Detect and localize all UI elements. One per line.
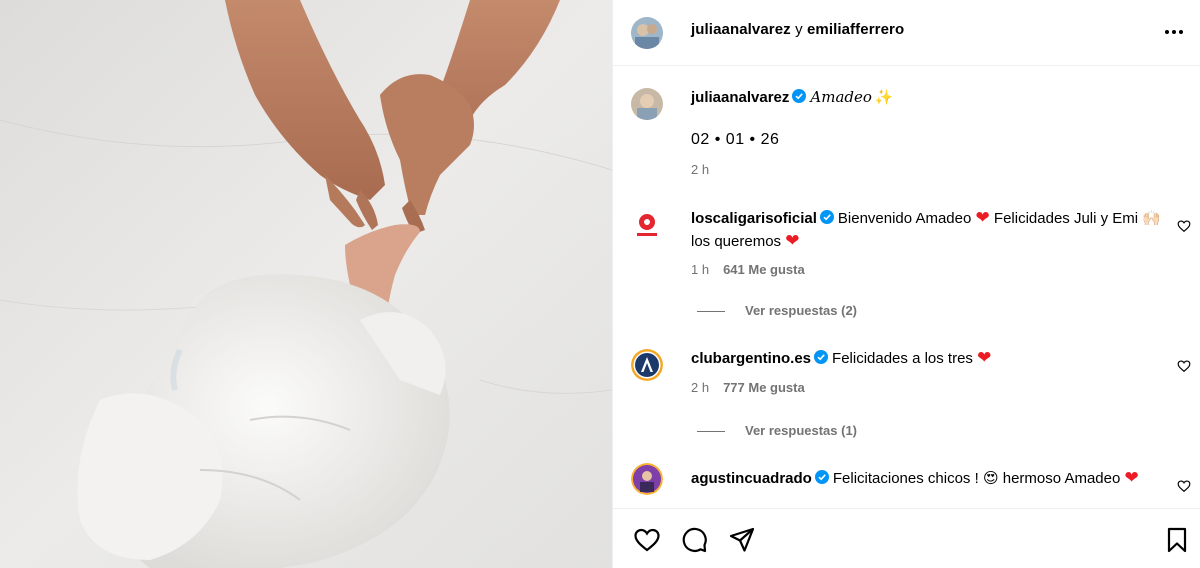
author-avatar[interactable] bbox=[631, 17, 663, 49]
red-heart-icon: ❤ bbox=[785, 231, 800, 250]
sparkle-icon: ✨ bbox=[874, 89, 894, 106]
caption-date: 02 • 01 • 26 bbox=[691, 131, 780, 148]
view-replies-button[interactable]: Ver respuestas (1) bbox=[697, 423, 857, 438]
comment-body-a: Felicitaciones chicos ! bbox=[832, 470, 979, 487]
post-authors: juliaanalvarez y emiliafferrero bbox=[691, 21, 904, 38]
bookmark-icon[interactable] bbox=[1163, 526, 1191, 554]
post-detail-panel: juliaanalvarez y emiliafferrero juliaana… bbox=[612, 0, 1200, 568]
comment-text: clubargentino.es Felicidades a los tres ❤ bbox=[691, 347, 1161, 370]
post-photo bbox=[0, 0, 612, 568]
caption-avatar[interactable] bbox=[631, 88, 663, 120]
caption-timestamp[interactable]: 2 h bbox=[691, 162, 709, 177]
post-header: juliaanalvarez y emiliafferrero bbox=[613, 0, 1200, 66]
comment-meta: 2 h 777 Me gusta bbox=[691, 380, 805, 395]
caption-line: juliaanalvarez Amadeo ✨ bbox=[691, 88, 894, 106]
red-heart-icon: ❤ bbox=[977, 348, 992, 367]
view-replies-button[interactable]: Ver respuestas (2) bbox=[697, 303, 857, 318]
replies-divider bbox=[697, 431, 725, 433]
comment-text: loscaligarisoficial Bienvenido Amadeo ❤ F… bbox=[691, 207, 1161, 253]
comment-body-a: Bienvenido Amadeo bbox=[837, 210, 972, 227]
verified-badge-icon bbox=[814, 350, 829, 364]
red-heart-icon: ❤ bbox=[1124, 468, 1139, 487]
comment-avatar[interactable] bbox=[631, 349, 663, 381]
caption-text: Amadeo bbox=[810, 88, 872, 106]
verified-badge-icon bbox=[819, 210, 834, 224]
comment-username[interactable]: clubargentino.es bbox=[691, 350, 811, 367]
comment-username[interactable]: loscaligarisoficial bbox=[691, 210, 817, 227]
replies-divider bbox=[697, 311, 725, 313]
comment-text: agustincuadrado Felicitaciones chicos ! 😍… bbox=[691, 467, 1161, 490]
paper-plane-icon[interactable] bbox=[728, 526, 756, 554]
comment-body-c: los queremos bbox=[691, 233, 782, 250]
comment-body-b: hermoso Amadeo bbox=[1002, 470, 1121, 487]
view-replies-label: Ver respuestas (2) bbox=[745, 303, 858, 318]
comment-avatar[interactable] bbox=[631, 463, 663, 495]
red-heart-icon: ❤ bbox=[975, 208, 990, 227]
caption-username[interactable]: juliaanalvarez bbox=[691, 89, 789, 106]
comment-like-icon[interactable] bbox=[1177, 219, 1191, 233]
post-actions-bar bbox=[613, 508, 1200, 568]
heart-outline-icon[interactable] bbox=[633, 526, 661, 554]
comment-like-icon[interactable] bbox=[1177, 359, 1191, 373]
verified-badge-icon bbox=[792, 89, 807, 103]
comment-time[interactable]: 2 h bbox=[691, 380, 709, 395]
comment-time[interactable]: 1 h bbox=[691, 262, 709, 277]
view-replies-label: Ver respuestas (1) bbox=[745, 423, 858, 438]
comment-meta: 1 h 641 Me gusta bbox=[691, 262, 805, 277]
hands-emoji-icon: 🙌🏻 bbox=[1142, 210, 1161, 227]
comment-likes[interactable]: 777 Me gusta bbox=[723, 380, 805, 395]
coauthor-username[interactable]: emiliafferrero bbox=[807, 21, 904, 38]
comment-body-b: Felicidades Juli y Emi bbox=[993, 210, 1143, 227]
heart-eyes-emoji-icon: 😍 bbox=[982, 470, 999, 487]
verified-badge-icon bbox=[814, 470, 829, 484]
author-username[interactable]: juliaanalvarez bbox=[691, 21, 791, 38]
comment-body-a: Felicidades a los tres bbox=[832, 350, 973, 367]
comment-likes[interactable]: 641 Me gusta bbox=[723, 262, 805, 277]
author-joiner: y bbox=[790, 21, 807, 38]
comment-bubble-icon[interactable] bbox=[680, 526, 708, 554]
comment-avatar[interactable] bbox=[631, 209, 663, 241]
more-options-icon[interactable] bbox=[1163, 24, 1185, 40]
comment-username[interactable]: agustincuadrado bbox=[691, 470, 812, 487]
comment-like-icon[interactable] bbox=[1177, 479, 1191, 493]
